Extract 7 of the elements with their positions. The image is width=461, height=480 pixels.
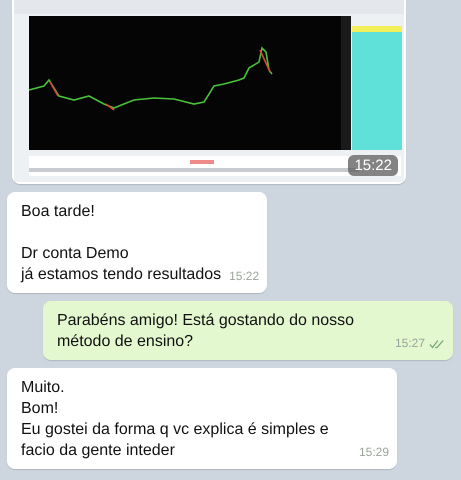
message-time: 15:22 xyxy=(348,155,398,176)
message-text: Boa tarde! Dr conta Demo já estamos tendo resultados xyxy=(21,202,222,285)
message-text: Muito. Bom! Eu gostei da forma q vc explica é simples e facio da gente inteder xyxy=(21,378,330,461)
message-text: Parabéns amigo! Está gostando do nosso método de ensino? xyxy=(56,311,356,352)
message-time: 15:29 xyxy=(359,444,390,461)
message-time: 15:22 xyxy=(229,268,260,285)
message-time: 15:27 xyxy=(394,335,425,352)
